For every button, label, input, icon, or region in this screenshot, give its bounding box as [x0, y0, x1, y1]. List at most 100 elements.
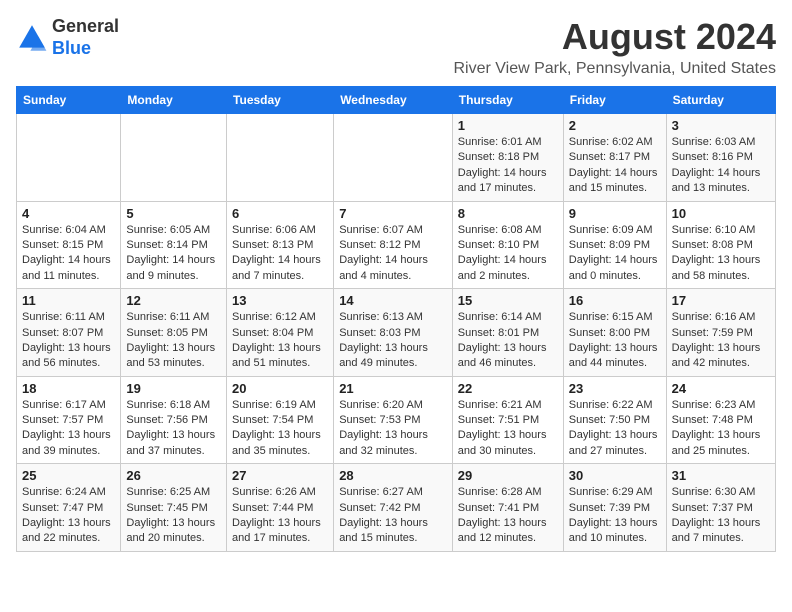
- day-cell: 25 Sunrise: 6:24 AM Sunset: 7:47 PM Dayli…: [17, 464, 121, 552]
- day-number: 8: [458, 206, 558, 221]
- day-cell: 28Sunrise: 6:27 AM Sunset: 7:42 PM Dayli…: [334, 464, 453, 552]
- day-cell: 1Sunrise: 6:01 AM Sunset: 8:18 PM Daylig…: [452, 114, 563, 202]
- day-info: Sunrise: 6:18 AM Sunset: 7:56 PM Dayligh…: [126, 398, 221, 460]
- day-cell: 10 Sunrise: 6:10 AM Sunset: 8:08 PM Dayli…: [666, 201, 775, 289]
- day-cell: [227, 114, 334, 202]
- day-info: Sunrise: 6:23 AM Sunset: 7:48 PM Dayligh…: [672, 398, 770, 460]
- day-cell: 18 Sunrise: 6:17 AM Sunset: 7:57 PM Dayli…: [17, 376, 121, 464]
- day-cell: 20 Sunrise: 6:19 AM Sunset: 7:54 PM Dayli…: [227, 376, 334, 464]
- day-cell: 8 Sunrise: 6:08 AM Sunset: 8:10 PM Daylig…: [452, 201, 563, 289]
- day-info: Sunrise: 6:13 AM Sunset: 8:03 PM Dayligh…: [339, 310, 447, 372]
- logo-blue: Blue: [52, 38, 91, 58]
- day-number: 26: [126, 468, 221, 483]
- day-number: 22: [458, 381, 558, 396]
- calendar-header: SundayMondayTuesdayWednesdayThursdayFrid…: [17, 87, 776, 114]
- calendar-body: 1Sunrise: 6:01 AM Sunset: 8:18 PM Daylig…: [17, 114, 776, 552]
- day-info: Sunrise: 6:17 AM Sunset: 7:57 PM Dayligh…: [22, 398, 115, 460]
- day-info: Sunrise: 6:21 AM Sunset: 7:51 PM Dayligh…: [458, 398, 558, 460]
- day-cell: 19 Sunrise: 6:18 AM Sunset: 7:56 PM Dayli…: [121, 376, 227, 464]
- header-cell-monday: Monday: [121, 87, 227, 114]
- header-cell-saturday: Saturday: [666, 87, 775, 114]
- logo-icon: [16, 22, 48, 54]
- day-info: Sunrise: 6:24 AM Sunset: 7:47 PM Dayligh…: [22, 485, 115, 547]
- day-cell: 7 Sunrise: 6:07 AM Sunset: 8:12 PM Daylig…: [334, 201, 453, 289]
- day-number: 21: [339, 381, 447, 396]
- day-number: 14: [339, 293, 447, 308]
- day-info: Sunrise: 6:09 AM Sunset: 8:09 PM Dayligh…: [569, 223, 661, 285]
- week-row-4: 18 Sunrise: 6:17 AM Sunset: 7:57 PM Dayli…: [17, 376, 776, 464]
- day-number: 9: [569, 206, 661, 221]
- day-number: 19: [126, 381, 221, 396]
- logo-general: General: [52, 16, 119, 36]
- day-info: Sunrise: 6:28 AM Sunset: 7:41 PM Dayligh…: [458, 485, 558, 547]
- header-row: SundayMondayTuesdayWednesdayThursdayFrid…: [17, 87, 776, 114]
- day-info: Sunrise: 6:30 AM Sunset: 7:37 PM Dayligh…: [672, 485, 770, 547]
- day-cell: [334, 114, 453, 202]
- day-cell: 2Sunrise: 6:02 AM Sunset: 8:17 PM Daylig…: [563, 114, 666, 202]
- day-number: 24: [672, 381, 770, 396]
- day-cell: 13Sunrise: 6:12 AM Sunset: 8:04 PM Dayli…: [227, 289, 334, 377]
- day-number: 12: [126, 293, 221, 308]
- day-cell: 21 Sunrise: 6:20 AM Sunset: 7:53 PM Dayli…: [334, 376, 453, 464]
- day-cell: 29 Sunrise: 6:28 AM Sunset: 7:41 PM Dayli…: [452, 464, 563, 552]
- day-number: 6: [232, 206, 328, 221]
- day-info: Sunrise: 6:06 AM Sunset: 8:13 PM Dayligh…: [232, 223, 328, 285]
- day-cell: [17, 114, 121, 202]
- day-cell: 27 Sunrise: 6:26 AM Sunset: 7:44 PM Dayli…: [227, 464, 334, 552]
- day-info: Sunrise: 6:11 AM Sunset: 8:05 PM Dayligh…: [126, 310, 221, 372]
- day-info: Sunrise: 6:15 AM Sunset: 8:00 PM Dayligh…: [569, 310, 661, 372]
- day-info: Sunrise: 6:04 AM Sunset: 8:15 PM Dayligh…: [22, 223, 115, 285]
- day-info: Sunrise: 6:12 AM Sunset: 8:04 PM Dayligh…: [232, 310, 328, 372]
- logo: General Blue: [16, 16, 119, 59]
- day-number: 18: [22, 381, 115, 396]
- day-cell: 30 Sunrise: 6:29 AM Sunset: 7:39 PM Dayli…: [563, 464, 666, 552]
- day-info: Sunrise: 6:16 AM Sunset: 7:59 PM Dayligh…: [672, 310, 770, 372]
- week-row-1: 1Sunrise: 6:01 AM Sunset: 8:18 PM Daylig…: [17, 114, 776, 202]
- day-cell: 26 Sunrise: 6:25 AM Sunset: 7:45 PM Dayli…: [121, 464, 227, 552]
- day-info: Sunrise: 6:20 AM Sunset: 7:53 PM Dayligh…: [339, 398, 447, 460]
- day-info: Sunrise: 6:29 AM Sunset: 7:39 PM Dayligh…: [569, 485, 661, 547]
- day-info: Sunrise: 6:02 AM Sunset: 8:17 PM Dayligh…: [569, 135, 661, 197]
- day-number: 7: [339, 206, 447, 221]
- day-number: 25: [22, 468, 115, 483]
- day-info: Sunrise: 6:22 AM Sunset: 7:50 PM Dayligh…: [569, 398, 661, 460]
- calendar-subtitle: River View Park, Pennsylvania, United St…: [453, 60, 776, 78]
- day-cell: 17 Sunrise: 6:16 AM Sunset: 7:59 PM Dayli…: [666, 289, 775, 377]
- day-cell: 22 Sunrise: 6:21 AM Sunset: 7:51 PM Dayli…: [452, 376, 563, 464]
- day-number: 10: [672, 206, 770, 221]
- day-number: 30: [569, 468, 661, 483]
- day-cell: 12 Sunrise: 6:11 AM Sunset: 8:05 PM Dayli…: [121, 289, 227, 377]
- day-info: Sunrise: 6:26 AM Sunset: 7:44 PM Dayligh…: [232, 485, 328, 547]
- day-info: Sunrise: 6:03 AM Sunset: 8:16 PM Dayligh…: [672, 135, 770, 197]
- day-info: Sunrise: 6:10 AM Sunset: 8:08 PM Dayligh…: [672, 223, 770, 285]
- day-info: Sunrise: 6:19 AM Sunset: 7:54 PM Dayligh…: [232, 398, 328, 460]
- day-cell: 31 Sunrise: 6:30 AM Sunset: 7:37 PM Dayli…: [666, 464, 775, 552]
- day-info: Sunrise: 6:08 AM Sunset: 8:10 PM Dayligh…: [458, 223, 558, 285]
- header-cell-wednesday: Wednesday: [334, 87, 453, 114]
- day-number: 11: [22, 293, 115, 308]
- day-info: Sunrise: 6:11 AM Sunset: 8:07 PM Dayligh…: [22, 310, 115, 372]
- day-number: 29: [458, 468, 558, 483]
- day-cell: 3 Sunrise: 6:03 AM Sunset: 8:16 PM Daylig…: [666, 114, 775, 202]
- day-info: Sunrise: 6:25 AM Sunset: 7:45 PM Dayligh…: [126, 485, 221, 547]
- title-section: August 2024 River View Park, Pennsylvani…: [453, 16, 776, 78]
- day-number: 31: [672, 468, 770, 483]
- day-cell: 9 Sunrise: 6:09 AM Sunset: 8:09 PM Daylig…: [563, 201, 666, 289]
- header-cell-thursday: Thursday: [452, 87, 563, 114]
- day-number: 4: [22, 206, 115, 221]
- day-number: 17: [672, 293, 770, 308]
- day-number: 1: [458, 118, 558, 133]
- day-info: Sunrise: 6:07 AM Sunset: 8:12 PM Dayligh…: [339, 223, 447, 285]
- day-number: 20: [232, 381, 328, 396]
- day-number: 27: [232, 468, 328, 483]
- week-row-3: 11 Sunrise: 6:11 AM Sunset: 8:07 PM Dayli…: [17, 289, 776, 377]
- day-cell: 4 Sunrise: 6:04 AM Sunset: 8:15 PM Daylig…: [17, 201, 121, 289]
- day-number: 3: [672, 118, 770, 133]
- day-cell: 24 Sunrise: 6:23 AM Sunset: 7:48 PM Dayli…: [666, 376, 775, 464]
- week-row-5: 25 Sunrise: 6:24 AM Sunset: 7:47 PM Dayli…: [17, 464, 776, 552]
- day-cell: 23Sunrise: 6:22 AM Sunset: 7:50 PM Dayli…: [563, 376, 666, 464]
- header-cell-tuesday: Tuesday: [227, 87, 334, 114]
- day-cell: 6 Sunrise: 6:06 AM Sunset: 8:13 PM Daylig…: [227, 201, 334, 289]
- day-number: 5: [126, 206, 221, 221]
- day-cell: [121, 114, 227, 202]
